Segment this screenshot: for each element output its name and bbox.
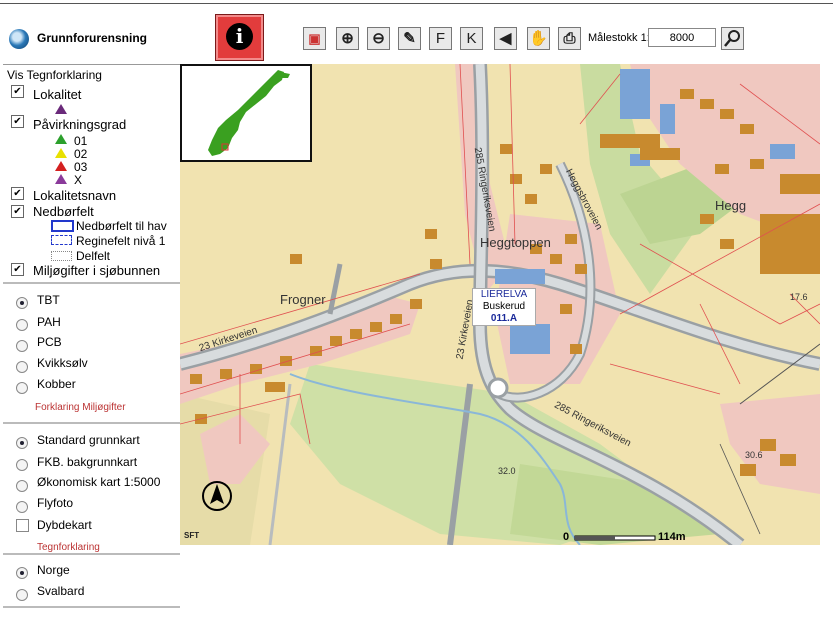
print-button[interactable]: ⎙ — [558, 27, 581, 50]
grade-03-label: 03 — [74, 160, 88, 174]
pan-button[interactable]: ✋ — [527, 27, 550, 50]
site-county: Buskerud — [482, 301, 526, 312]
top-border — [0, 3, 833, 4]
basemap-radio-flyfoto[interactable] — [16, 501, 28, 513]
divider — [3, 282, 180, 284]
grade-02-icon — [55, 148, 67, 158]
zoom-in-icon: ⊕ — [341, 30, 354, 47]
pavirkningsgrad-checkbox[interactable]: ✔ — [11, 115, 24, 128]
k-letter-icon: K — [466, 30, 477, 47]
toxin-radio-kobber[interactable] — [16, 382, 28, 394]
lokalitetsnavn-label: Lokalitetsnavn — [33, 188, 117, 203]
place-label-heggtoppen: Heggtoppen — [480, 235, 551, 250]
toxin-label-kobber: Kobber — [37, 377, 76, 391]
zoom-out-button[interactable]: ⊖ — [367, 27, 390, 50]
printer-icon: ⎙ — [563, 30, 576, 47]
basemap-label-okonomisk: Økonomisk kart 1:5000 — [37, 475, 161, 489]
lokalitetsnavn-checkbox[interactable]: ✔ — [11, 187, 24, 200]
basemap-radio-okonomisk[interactable] — [16, 480, 28, 492]
grade-x-label: X — [74, 173, 83, 187]
pen-icon: ✎ — [403, 30, 416, 47]
k-button[interactable]: K — [460, 27, 483, 50]
info-button[interactable]: i — [215, 14, 264, 61]
reginefelt-symbol-icon — [51, 235, 72, 245]
divider — [3, 553, 180, 555]
zoom-out-icon: ⊖ — [372, 30, 385, 47]
scalebar-start-label: 0 — [563, 531, 570, 543]
delfelt-symbol-icon — [51, 251, 72, 261]
grade-01-label: 01 — [74, 134, 88, 148]
toxin-radio-pah[interactable] — [16, 319, 28, 331]
info-icon: i — [226, 23, 253, 50]
nedborfelt-hav-symbol-icon — [51, 220, 74, 232]
region-radio-norge[interactable] — [16, 567, 28, 579]
site-marker[interactable]: LIERELVA Buskerud 011.A — [472, 288, 536, 326]
lokalitet-checkbox[interactable]: ✔ — [11, 85, 24, 98]
pavirkningsgrad-label: Påvirkningsgrad — [33, 117, 127, 132]
miljogifter-checkbox[interactable]: ✔ — [11, 263, 24, 276]
delfelt-label: Delfelt — [76, 249, 111, 263]
grade-x-icon — [55, 174, 67, 184]
toxin-label-pah: PAH — [37, 315, 61, 329]
dybdekart-label: Dybdekart — [37, 518, 92, 532]
grade-03-icon — [55, 161, 67, 171]
toxin-label-pcb: PCB — [37, 335, 62, 349]
basemap-label-fkb: FKB. bakgrunnkart — [37, 455, 138, 469]
app-title: Grunnforurensning — [37, 31, 147, 45]
zoom-in-button[interactable]: ⊕ — [336, 27, 359, 50]
toxin-label-kvikksolv: Kvikksølv — [37, 356, 88, 370]
lokalitet-label: Lokalitet — [33, 87, 82, 102]
basemap-label-flyfoto: Flyfoto — [37, 496, 74, 510]
lokalitet-symbol-icon — [55, 104, 67, 114]
back-button[interactable]: ◀ — [494, 27, 517, 50]
scale-search-button[interactable] — [721, 27, 744, 50]
grade-02-label: 02 — [74, 147, 88, 161]
toxin-radio-pcb[interactable] — [16, 340, 28, 352]
building-blue — [510, 324, 550, 354]
miljogifter-label: Miljøgifter i sjøbunnen — [33, 263, 161, 278]
arrow-left-icon: ◀ — [499, 30, 512, 47]
divider — [3, 606, 180, 608]
dybdekart-checkbox[interactable] — [16, 519, 29, 532]
divider — [3, 422, 180, 424]
norway-outline — [208, 70, 290, 156]
f-button[interactable]: F — [429, 27, 452, 50]
elevation-label: 32.0 — [498, 466, 516, 476]
scale-label: Målestokk 1: — [588, 32, 650, 44]
elevation-label: 30.6 — [745, 450, 763, 460]
site-code: 011.A — [490, 313, 518, 324]
basemap-radio-fkb[interactable] — [16, 459, 28, 471]
region-label-svalbard: Svalbard — [37, 584, 85, 598]
toxin-radio-tbt[interactable] — [16, 297, 28, 309]
nedborfelt-checkbox[interactable]: ✔ — [11, 205, 24, 218]
basemap-radio-standard[interactable] — [16, 437, 28, 449]
scale-input[interactable] — [648, 28, 716, 47]
grade-01-icon — [55, 134, 67, 144]
hand-icon: ✋ — [529, 30, 548, 47]
toxin-label-tbt: TBT — [37, 293, 60, 307]
toxin-explanation-link[interactable]: Forklaring Miljøgifter — [35, 402, 126, 413]
elevation-label: 17.6 — [790, 292, 808, 302]
region-radio-svalbard[interactable] — [16, 589, 28, 601]
overview-map[interactable] — [180, 64, 312, 162]
extent-tool-button[interactable]: ▣ — [303, 27, 326, 50]
f-letter-icon: F — [435, 30, 446, 47]
basemap-label-standard: Standard grunnkart — [37, 433, 140, 447]
nedborfelt-label: Nedbørfelt — [33, 204, 94, 219]
place-label-hegg: Hegg — [715, 198, 747, 213]
toxin-radio-kvikksolv[interactable] — [16, 361, 28, 373]
place-label-frogner: Frogner — [280, 292, 326, 307]
extent-icon: ▣ — [308, 31, 321, 46]
basemap-legend-link[interactable]: Tegnforklaring — [37, 542, 100, 553]
nedborfelt-hav-label: Nedbørfelt til hav — [76, 219, 167, 233]
legend-header: Vis Tegnforklaring — [7, 68, 102, 82]
draw-button[interactable]: ✎ — [398, 27, 421, 50]
globe-logo-icon — [9, 29, 29, 49]
scalebar-end-label: 114m — [658, 531, 686, 543]
region-label-norge: Norge — [37, 563, 70, 577]
copyright-label: SFT — [184, 531, 200, 540]
site-name: LIERELVA — [480, 289, 528, 300]
reginefelt-label: Reginefelt nivå 1 — [76, 234, 166, 248]
magnifier-icon — [724, 30, 740, 47]
